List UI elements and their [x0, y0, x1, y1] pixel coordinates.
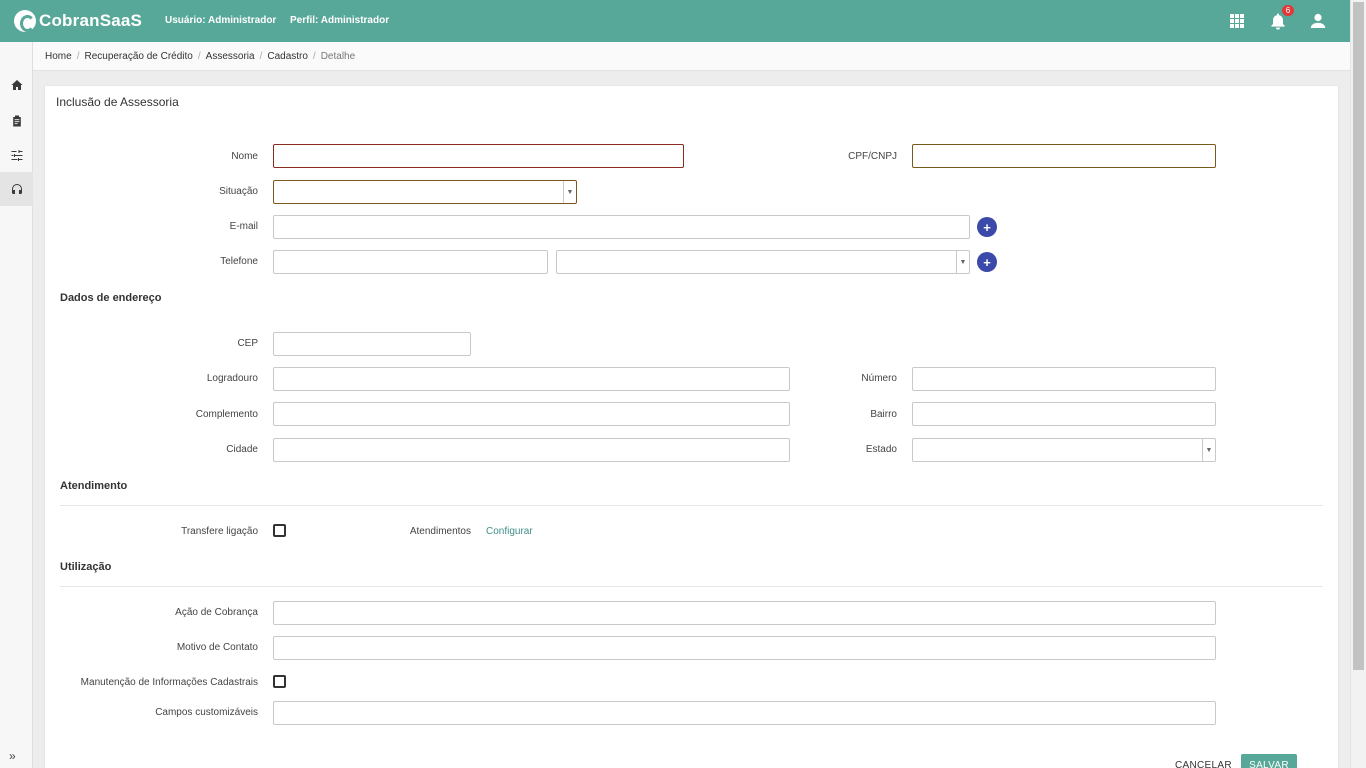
logo[interactable]: CobranSaaS	[14, 8, 142, 34]
telefone-type-select[interactable]: ▼	[556, 250, 970, 274]
profile-label: Perfil:	[290, 15, 319, 26]
bell-icon[interactable]: 6	[1269, 5, 1294, 30]
chevron-down-icon: ▼	[563, 181, 576, 203]
email-label: E-mail	[229, 221, 258, 232]
sliders-icon	[11, 150, 22, 161]
add-email-button[interactable]: +	[977, 217, 997, 237]
logradouro-input[interactable]	[273, 367, 790, 391]
transfere-label: Transfere ligação	[181, 526, 258, 537]
acao-input[interactable]	[273, 601, 1216, 625]
profile-value: Administrador	[320, 15, 390, 26]
complemento-label: Complemento	[195, 409, 258, 420]
breadcrumb: Home / Recuperação de Crédito / Assessor…	[33, 42, 1350, 71]
nome-label: Nome	[231, 151, 258, 162]
cpf-label: CPF/CNPJ	[848, 151, 897, 162]
bairro-label: Bairro	[870, 409, 897, 420]
divider	[60, 505, 1323, 506]
sidebar	[0, 42, 33, 768]
nome-input[interactable]	[273, 144, 684, 168]
atendimentos-label: Atendimentos	[409, 526, 471, 537]
acao-label: Ação de Cobrança	[175, 607, 258, 618]
page-title: Inclusão de Assessoria	[56, 95, 179, 109]
campos-input[interactable]	[273, 701, 1216, 725]
user-value: Administrador	[207, 15, 277, 26]
save-button[interactable]: SALVAR	[1241, 754, 1297, 768]
chevron-down-icon: ▼	[956, 251, 969, 273]
estado-select[interactable]: ▼	[912, 438, 1216, 462]
divider	[60, 586, 1323, 587]
numero-label: Número	[861, 373, 897, 384]
configurar-link[interactable]: Configurar	[486, 526, 533, 537]
sidebar-item-home[interactable]	[0, 68, 33, 102]
cep-input[interactable]	[273, 332, 471, 356]
apps-grid-icon[interactable]	[1229, 13, 1247, 31]
user-info: Usuário: Administrador	[165, 15, 276, 26]
telefone-input[interactable]	[273, 250, 548, 274]
notification-badge: 6	[1282, 5, 1294, 16]
motivo-label: Motivo de Contato	[176, 642, 258, 653]
email-input[interactable]	[273, 215, 970, 239]
breadcrumb-item-home[interactable]: Home	[45, 51, 72, 62]
logo-text: CobranSaaS	[39, 11, 143, 30]
campos-label: Campos customizáveis	[155, 707, 258, 718]
breadcrumb-item-recuperacao[interactable]: Recuperação de Crédito	[84, 51, 192, 62]
profile-info: Perfil: Administrador	[290, 15, 389, 26]
estado-label: Estado	[865, 444, 897, 455]
cancel-button[interactable]: CANCELAR	[1175, 760, 1232, 768]
sidebar-item-clipboard[interactable]	[0, 104, 33, 138]
top-bar: CobranSaaS Usuário: Administrador Perfil…	[0, 0, 1350, 42]
sidebar-item-settings[interactable]	[0, 138, 33, 172]
cpf-input[interactable]	[912, 144, 1216, 168]
manutencao-checkbox[interactable]	[273, 675, 286, 688]
breadcrumb-separator: /	[312, 50, 316, 62]
situacao-label: Situação	[219, 186, 258, 197]
section-atendimento: Atendimento	[60, 480, 128, 492]
transfere-checkbox[interactable]	[273, 524, 286, 537]
breadcrumb-item-detalhe: Detalhe	[320, 50, 356, 62]
user-icon[interactable]	[1309, 12, 1327, 30]
numero-input[interactable]	[912, 367, 1216, 391]
breadcrumb-separator: /	[76, 50, 80, 62]
cidade-label: Cidade	[226, 444, 258, 455]
situacao-select[interactable]: ▼	[273, 180, 577, 204]
motivo-input[interactable]	[273, 636, 1216, 660]
expand-sidebar-button[interactable]: »	[9, 749, 16, 763]
chevron-down-icon: ▼	[1202, 439, 1215, 461]
section-utilizacao: Utilização	[60, 561, 112, 573]
breadcrumb-separator: /	[197, 50, 201, 62]
vertical-scrollbar[interactable]	[1350, 0, 1366, 768]
logo-icon	[14, 10, 36, 32]
section-endereco: Dados de endereço	[60, 292, 162, 304]
headset-icon	[11, 184, 22, 194]
breadcrumb-item-assessoria[interactable]: Assessoria	[206, 51, 255, 62]
cidade-input[interactable]	[273, 438, 790, 462]
breadcrumb-separator: /	[259, 50, 263, 62]
telefone-label: Telefone	[220, 256, 258, 267]
home-icon	[11, 80, 22, 90]
form-card: Inclusão de Assessoria Nome CPF/CNPJ Sit…	[45, 86, 1338, 768]
user-label: Usuário:	[165, 15, 206, 26]
add-telefone-button[interactable]: +	[977, 252, 997, 272]
breadcrumb-item-cadastro[interactable]: Cadastro	[267, 51, 308, 62]
manutencao-label: Manutenção de Informações Cadastrais	[80, 677, 258, 688]
cep-label: CEP	[237, 338, 258, 349]
bairro-input[interactable]	[912, 402, 1216, 426]
logradouro-label: Logradouro	[206, 373, 258, 384]
clipboard-icon	[12, 115, 21, 127]
complemento-input[interactable]	[273, 402, 790, 426]
scrollbar-thumb[interactable]	[1353, 2, 1364, 670]
sidebar-item-support[interactable]	[0, 172, 33, 206]
